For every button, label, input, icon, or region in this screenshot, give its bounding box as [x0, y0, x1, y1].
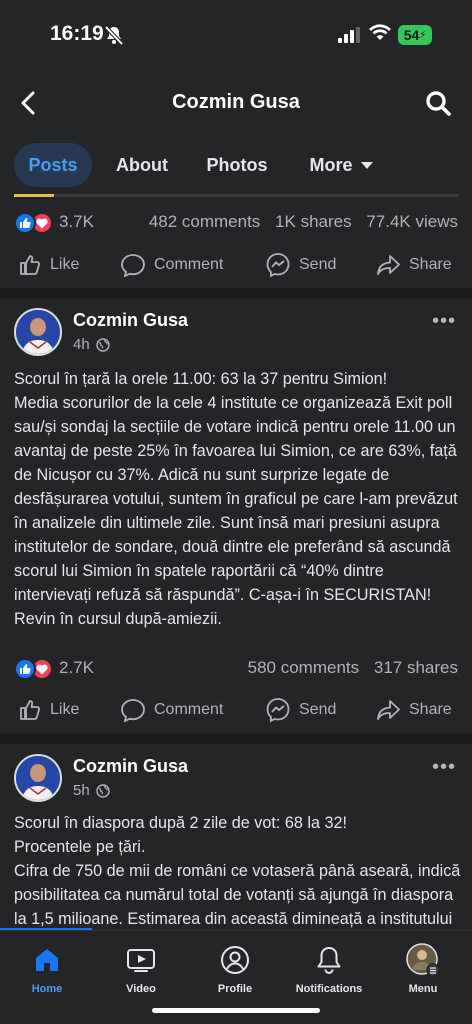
- post-options-icon[interactable]: •••: [432, 310, 456, 333]
- tab-about[interactable]: About: [104, 143, 180, 187]
- share-button[interactable]: Share: [375, 245, 452, 285]
- nav-home-label: Home: [31, 983, 63, 995]
- send-button[interactable]: Send: [265, 245, 336, 285]
- reaction-icons[interactable]: [14, 212, 54, 234]
- nav-profile-label: Profile: [217, 983, 253, 995]
- messenger-icon: [266, 698, 290, 723]
- search-icon[interactable]: [424, 89, 452, 117]
- post-options-icon[interactable]: •••: [432, 756, 456, 779]
- comment-label: Comment: [154, 701, 224, 718]
- post-time-text: 5h: [73, 782, 90, 799]
- post-time-text: 4h: [73, 336, 90, 353]
- like-button[interactable]: Like: [18, 690, 79, 730]
- share-button[interactable]: Share: [375, 690, 452, 730]
- send-label: Send: [299, 256, 337, 273]
- battery-level: 54: [403, 27, 420, 43]
- menu-avatar-icon: [406, 943, 440, 977]
- post-header: Cozmin Gusa 4h •••: [0, 308, 472, 364]
- like-reaction-icon: [14, 212, 36, 234]
- tab-scroll-indicator: [14, 194, 54, 197]
- profile-icon: [221, 946, 249, 974]
- tab-more-label: More: [309, 154, 353, 175]
- nav-video[interactable]: Video: [94, 943, 188, 995]
- caret-down-icon: [360, 161, 373, 169]
- home-icon: [36, 949, 58, 971]
- comments-count[interactable]: 580 comments: [248, 658, 360, 677]
- post-body: Scorul în țară la orele 11.00: 63 la 37 …: [14, 370, 458, 628]
- post-timestamp: 4h: [73, 336, 110, 353]
- tab-divider: [14, 194, 458, 197]
- views-count: 77.4K views: [366, 212, 458, 231]
- charging-icon: ⚡: [419, 29, 427, 41]
- comment-icon: [121, 254, 145, 277]
- like-reaction-icon: [14, 658, 36, 680]
- avatar-photo: [16, 310, 60, 354]
- comments-count[interactable]: 482 comments: [149, 212, 261, 231]
- post-stats: 580 comments 317 shares: [238, 658, 458, 678]
- share-arrow-icon: [377, 700, 400, 720]
- video-icon: [127, 949, 155, 972]
- avatar[interactable]: [14, 754, 62, 802]
- post-separator: [0, 734, 472, 744]
- share-label: Share: [409, 256, 452, 273]
- post-separator: [0, 288, 472, 298]
- status-bar: 16:19 54 ⚡: [0, 0, 472, 70]
- bell-icon: [317, 947, 341, 974]
- send-label: Send: [299, 701, 337, 718]
- shares-count[interactable]: 1K shares: [275, 212, 352, 231]
- tab-photos[interactable]: Photos: [194, 143, 280, 187]
- profile-header: Cozmin Gusa: [0, 70, 472, 136]
- shares-count[interactable]: 317 shares: [374, 658, 458, 677]
- like-label: Like: [50, 256, 80, 273]
- send-button[interactable]: Send: [265, 690, 336, 730]
- nav-notifications[interactable]: Notifications: [282, 943, 376, 995]
- reaction-icons[interactable]: [14, 658, 54, 680]
- bell-off-icon: [104, 25, 124, 45]
- tab-posts[interactable]: Posts: [14, 143, 92, 187]
- reaction-count[interactable]: 2.7K: [59, 658, 94, 678]
- post-actions: Like Comment Send Share: [0, 245, 472, 285]
- share-label: Share: [409, 701, 452, 718]
- post-actions: Like Comment Send Share: [0, 690, 472, 730]
- share-arrow-icon: [377, 255, 400, 275]
- post-body: Scorul în diaspora după 2 zile de vot: 6…: [14, 814, 461, 928]
- tab-more[interactable]: More: [296, 143, 386, 187]
- comment-label: Comment: [154, 256, 224, 273]
- nav-profile[interactable]: Profile: [188, 943, 282, 995]
- profile-tabs: Posts About Photos More: [0, 140, 472, 192]
- thumbs-up-icon: [20, 700, 40, 720]
- nav-notifications-label: Notifications: [295, 983, 363, 995]
- post-header: Cozmin Gusa 5h •••: [0, 754, 472, 810]
- like-label: Like: [50, 701, 80, 718]
- wifi-icon: [369, 24, 391, 40]
- post-stats-row: 2.7K 580 comments 317 shares: [0, 654, 472, 684]
- avatar[interactable]: [14, 308, 62, 356]
- comment-button[interactable]: Comment: [120, 245, 223, 285]
- avatar-photo: [16, 756, 60, 800]
- post-timestamp: 5h: [73, 782, 110, 799]
- post-stats-row: 3.7K 482 comments 1K shares 77.4K views: [0, 208, 472, 238]
- home-indicator: [152, 1008, 320, 1013]
- signal-icon: [338, 27, 360, 43]
- post-stats: 482 comments 1K shares 77.4K views: [139, 212, 458, 232]
- battery-indicator: 54 ⚡: [398, 25, 432, 45]
- post-author[interactable]: Cozmin Gusa: [73, 756, 188, 777]
- like-button[interactable]: Like: [18, 245, 79, 285]
- nav-video-label: Video: [126, 983, 156, 995]
- status-time: 16:19: [50, 22, 104, 45]
- comment-button[interactable]: Comment: [120, 690, 223, 730]
- messenger-icon: [266, 253, 290, 278]
- reaction-count[interactable]: 3.7K: [59, 212, 94, 232]
- page-title: Cozmin Gusa: [172, 91, 300, 113]
- globe-icon: [95, 337, 110, 352]
- nav-menu-label: Menu: [408, 983, 438, 995]
- comment-icon: [121, 699, 145, 722]
- post-author[interactable]: Cozmin Gusa: [73, 310, 188, 331]
- thumbs-up-icon: [20, 255, 40, 275]
- nav-home[interactable]: Home: [0, 943, 94, 995]
- nav-menu[interactable]: Menu: [376, 943, 470, 995]
- globe-icon: [95, 783, 110, 798]
